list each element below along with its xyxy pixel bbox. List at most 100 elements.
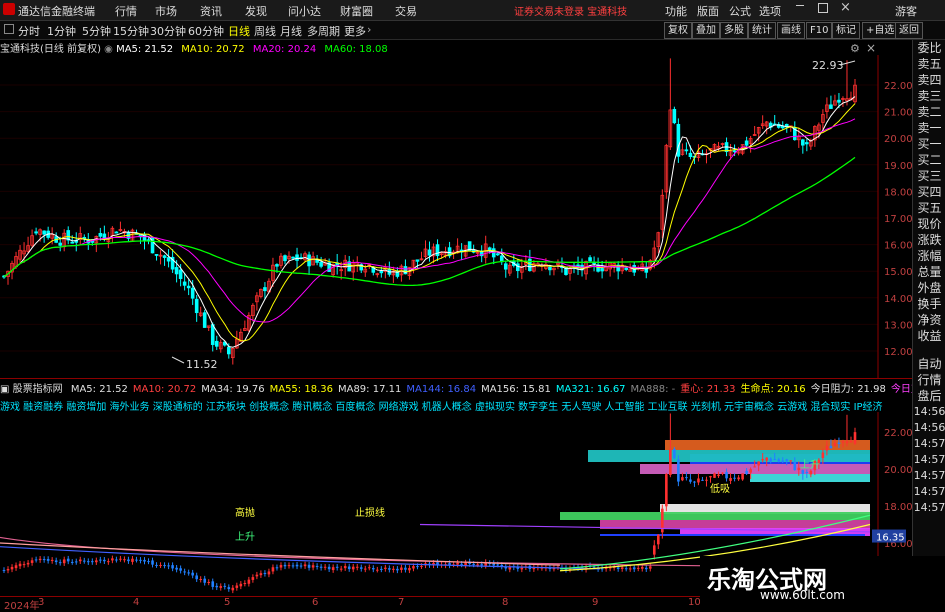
menu-layout[interactable]: 版面 [697,3,719,19]
menu-market[interactable]: 市场 [155,3,177,19]
mark-button[interactable]: 标记 [832,22,860,39]
period-30min[interactable]: 30分钟 [150,23,186,39]
menu-trade[interactable]: 交易 [395,3,417,19]
indicator-body [476,564,479,566]
indicator-body [416,566,419,568]
indicator-body [640,566,644,569]
indicator-body [845,441,849,443]
toggle-icon[interactable] [4,24,14,34]
candle-body [178,269,183,279]
panel-label: 涨幅 [917,249,942,263]
indicator-value: 今日阻力: 21.98 [810,384,886,395]
indicator-body [38,558,42,561]
menu-news[interactable]: 资讯 [200,3,222,19]
pane-divider[interactable] [0,378,912,379]
minimize-icon[interactable] [796,5,804,6]
signal-label: 低吸 [710,482,730,495]
panel-label: 行情 [917,373,942,387]
period-60min[interactable]: 60分钟 [188,23,224,39]
period-monthly[interactable]: 月线 [280,23,302,39]
panel-label: 14:57 [913,485,945,498]
settings-gear-icon[interactable]: ⚙ [850,42,860,55]
menu-formula[interactable]: 公式 [729,3,751,19]
indicator-menu-icon[interactable]: ▣ [0,384,13,395]
indicator-body [10,566,14,570]
more-arrow-icon[interactable]: › [367,23,371,36]
indicator-body [689,479,692,482]
add-watchlist-button[interactable]: +自选 [862,22,899,39]
menu-function[interactable]: 功能 [665,3,687,19]
indicator-body [652,545,656,555]
candle-body [210,324,215,345]
indicator-body [793,461,797,471]
indicator-body [291,565,295,567]
panel-label: 14:57 [913,437,945,450]
indicator-body [331,567,335,571]
candle-body [291,256,295,259]
value-box-text: 16.35 [876,533,905,544]
indicator-body [339,568,343,570]
indicator-body [520,567,524,570]
indicator-body [143,559,146,562]
menu-quotes[interactable]: 行情 [115,3,137,19]
period-multi[interactable]: 多周期 [307,23,340,39]
period-daily[interactable]: 日线 [228,23,250,39]
f10-button[interactable]: F10 [806,22,833,39]
panel-label: 卖二 [917,105,942,119]
close-pane-icon[interactable]: × [866,41,876,55]
guest-label[interactable]: 游客 [895,3,917,19]
main-price-chart[interactable]: 22.93 11.52 22.00 21.00 20.00 19.00 18.00 17.… [0,55,912,378]
indicator-name[interactable]: 股票指标网 [13,384,63,395]
indicator-body [412,566,415,569]
period-weekly[interactable]: 周线 [254,23,276,39]
price-tick: 17.00 [884,214,912,225]
close-icon[interactable]: × [840,0,851,15]
login-warning: 证券交易未登录 宝通科技 [514,7,628,18]
period-5min[interactable]: 5分钟 [82,23,111,39]
date-tick: 6 [312,597,319,608]
period-tick[interactable]: 分时 [18,23,40,39]
period-more[interactable]: 更多 [344,23,366,39]
indicator-body [376,569,379,571]
indicator-body [408,567,411,571]
panel-label: 买一 [917,137,942,151]
quote-side-panel[interactable]: 委比 卖五 卖四 卖三 卖二 卖一 买一 买二 买三 买四 买五 现价 涨跌 涨幅 总量 外盘 换手 净资 收益 自动… [912,40,945,609]
period-15min[interactable]: 15分钟 [113,23,149,39]
indicator-body [363,568,367,570]
candle-body [805,142,809,145]
maximize-icon[interactable] [818,3,828,13]
menu-discover[interactable]: 发现 [245,3,267,19]
indicator-body [460,563,463,565]
indicator-value: MA34: 19.76 [201,384,265,395]
multi-stock-button[interactable]: 多股 [720,22,748,39]
candle-body [596,264,600,272]
indicator-body [380,568,383,570]
menu-options[interactable]: 选项 [759,3,781,19]
candle-body [588,257,592,262]
stats-button[interactable]: 统计 [748,22,776,39]
indicator-value: 生命点: 20.16 [740,384,806,395]
indicator-body [66,558,70,562]
indicator-body [30,560,34,563]
menu-ask[interactable]: 问小达 [288,3,321,19]
candle-body [34,231,38,234]
indicator-body [456,562,459,565]
indicator-body [396,568,399,571]
indicator-body [231,587,235,591]
menu-wealth[interactable]: 财富圈 [340,3,373,19]
indicator-body [299,565,303,567]
overlay-button[interactable]: 叠加 [692,22,720,39]
indicator-body [283,564,287,567]
indicator-body [677,459,680,482]
indicator-body [131,558,134,562]
adjust-button[interactable]: 复权 [664,22,692,39]
period-1min[interactable]: 1分钟 [47,23,76,39]
back-button[interactable]: 返回 [895,22,923,39]
draw-button[interactable]: 画线 [777,22,805,39]
settings-icon[interactable]: ◉ [104,44,116,55]
date-tick: 7 [398,597,405,608]
indicator-body [741,473,744,480]
indicator-body [697,478,700,483]
candle-body [194,298,199,314]
indicator-body [127,559,130,562]
